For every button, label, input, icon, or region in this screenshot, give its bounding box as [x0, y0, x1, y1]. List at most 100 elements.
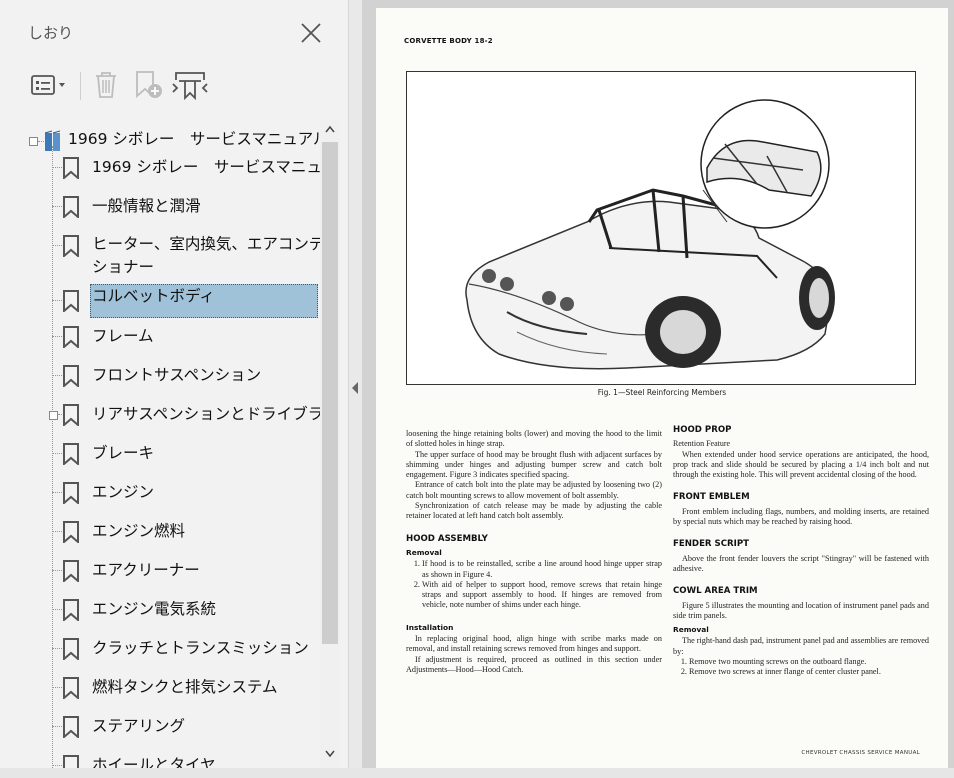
tree-branch: [52, 492, 62, 493]
bookmark-item[interactable]: エンジン電気系統: [22, 596, 320, 624]
bookmarks-title: しおり: [28, 24, 74, 42]
bookmark-label: ブレーキ: [92, 444, 155, 462]
bottom-bar: [0, 768, 954, 778]
bookmark-item-selected[interactable]: コルベットボディ: [22, 284, 320, 318]
bookmark-root[interactable]: 1969 シボレー サービスマニュアル: [22, 126, 320, 152]
bookmark-label: エンジン電気系統: [92, 600, 217, 618]
bookmark-root-label: 1969 シボレー サービスマニュアル: [68, 130, 320, 148]
subsection-heading: Removal: [673, 625, 709, 635]
book-icon: [44, 130, 61, 151]
tree-branch: [52, 765, 62, 766]
figure-caption: Fig. 1—Steel Reinforcing Members: [597, 388, 727, 397]
panel-collapse-handle[interactable]: [348, 0, 363, 768]
bookmark-label: ヒーター、室内換気、エアコンディ: [92, 235, 320, 253]
bookmark-item[interactable]: リアサスペンションとドライブライン: [22, 401, 320, 429]
bookmark-icon: [63, 365, 79, 387]
bookmark-label: ステアリング: [92, 717, 186, 735]
subsection-heading: Removal: [406, 547, 442, 557]
bookmark-label: リアサスペンションとドライブライン: [92, 405, 320, 423]
paragraph: If adjustment is required, proceed as ou…: [406, 654, 662, 674]
bookmark-label-continued: ショナー: [92, 258, 155, 276]
figure-steel-reinforcing: [406, 71, 916, 385]
tree-branch: [52, 245, 62, 246]
section-heading: FENDER SCRIPT: [673, 539, 750, 550]
paragraph: Synchronization of catch release may be …: [406, 501, 662, 521]
page-footer: CHEVROLET CHASSIS SERVICE MANUAL: [801, 750, 920, 756]
paragraph: Front emblem including flags, numbers, a…: [673, 506, 929, 527]
close-icon[interactable]: [298, 20, 324, 46]
bookmark-item[interactable]: 1969 シボレー サービスマニュアル: [22, 154, 320, 182]
bookmark-icon: [63, 157, 79, 179]
bookmark-icon: [63, 326, 79, 348]
bookmark-icon: [63, 290, 79, 312]
bookmark-item[interactable]: フレーム: [22, 323, 320, 351]
toolbar-divider: [80, 72, 81, 100]
list-item: Remove two screws at inner flange of cen…: [689, 667, 929, 677]
numbered-list: Remove two mounting screws on the outboa…: [673, 657, 929, 678]
paragraph: loosening the hinge retaining bolts (low…: [406, 429, 662, 449]
bookmark-scrollbar[interactable]: [320, 120, 340, 768]
tree-branch: [52, 453, 62, 454]
bookmark-label: フレーム: [92, 327, 154, 345]
tree-branch: [52, 375, 62, 376]
expand-bookmark-icon[interactable]: [170, 68, 210, 102]
tree-branch: [52, 206, 62, 207]
bookmark-item[interactable]: ステアリング: [22, 713, 320, 741]
bookmark-icon: [63, 560, 79, 582]
tree-branch: [52, 687, 62, 688]
bookmark-label: コルベットボディ: [92, 287, 215, 305]
bookmark-icon: [63, 716, 79, 738]
options-icon[interactable]: [30, 68, 70, 102]
pdf-page: CORVETTE BODY 18-2 Fig. 1—Steel Reinforc…: [376, 8, 948, 768]
bookmark-item[interactable]: ブレーキ: [22, 440, 320, 468]
list-item: If hood is to be reinstalled, scribe a l…: [422, 559, 662, 580]
bookmark-item[interactable]: クラッチとトランスミッション: [22, 635, 320, 663]
section-heading: HOOD ASSEMBLY: [406, 533, 488, 544]
collapse-toggle[interactable]: [29, 137, 38, 146]
bookmark-icon: [63, 235, 79, 257]
tree-branch: [52, 167, 62, 168]
tree-branch: [52, 570, 62, 571]
bookmark-item[interactable]: フロントサスペンション: [22, 362, 320, 390]
bookmark-item[interactable]: エンジン: [22, 479, 320, 507]
scroll-thumb[interactable]: [322, 142, 338, 644]
bookmarks-panel: しおり 1969 シボレー サービスマニュアル 1969 シボレー サービスマニ…: [0, 0, 348, 768]
bookmark-icon: [63, 599, 79, 621]
bookmark-icon: [63, 755, 79, 768]
scroll-up-arrow[interactable]: [325, 123, 335, 136]
paragraph: The upper surface of hood may be brought…: [406, 449, 662, 480]
expand-toggle[interactable]: [49, 411, 58, 420]
list-item: Remove two mounting screws on the outboa…: [689, 657, 929, 667]
subsection-label: Retention Feature: [673, 439, 731, 449]
paragraph: Figure 5 illustrates the mounting and lo…: [673, 600, 929, 620]
bookmark-label: 1969 シボレー サービスマニュアル: [92, 158, 320, 176]
bookmark-item[interactable]: 一般情報と潤滑: [22, 193, 320, 221]
text-column-left: loosening the hinge retaining bolts (low…: [406, 429, 662, 675]
bookmark-icon: [63, 443, 79, 465]
bookmark-item[interactable]: ホイールとタイヤ: [22, 752, 320, 768]
bookmark-label: エンジン: [92, 483, 155, 501]
paragraph: The right-hand dash pad, instrument pane…: [673, 636, 929, 656]
bookmark-label: 燃料タンクと排気システム: [92, 678, 278, 696]
paragraph: Above the front fender louvers the scrip…: [673, 553, 929, 573]
bookmark-item[interactable]: エアクリーナー: [22, 557, 320, 585]
bookmark-icon: [63, 521, 79, 543]
document-viewer: CORVETTE BODY 18-2 Fig. 1—Steel Reinforc…: [362, 0, 954, 768]
new-bookmark-icon[interactable]: [130, 68, 166, 102]
bookmark-item[interactable]: ヒーター、室内換気、エアコンディ ショナー: [22, 232, 320, 282]
bookmark-item[interactable]: 燃料タンクと排気システム: [22, 674, 320, 702]
tree-branch: [52, 336, 62, 337]
bookmark-label: エアクリーナー: [92, 561, 200, 579]
bookmark-label: クラッチとトランスミッション: [92, 639, 309, 657]
bookmark-label: ホイールとタイヤ: [92, 756, 216, 768]
bookmark-tree: 1969 シボレー サービスマニュアル 1969 シボレー サービスマニュアル …: [22, 120, 320, 768]
bookmark-label: エンジン燃料: [92, 522, 186, 540]
scroll-down-arrow[interactable]: [325, 748, 335, 761]
text-column-right: HOOD PROP Retention Feature When extende…: [673, 419, 929, 678]
bookmark-icon: [63, 638, 79, 660]
tree-branch: [52, 648, 62, 649]
paragraph: When extended under hood service operati…: [673, 449, 929, 480]
collapse-arrow-icon[interactable]: [352, 382, 358, 394]
bookmark-item[interactable]: エンジン燃料: [22, 518, 320, 546]
delete-icon[interactable]: [90, 68, 122, 102]
